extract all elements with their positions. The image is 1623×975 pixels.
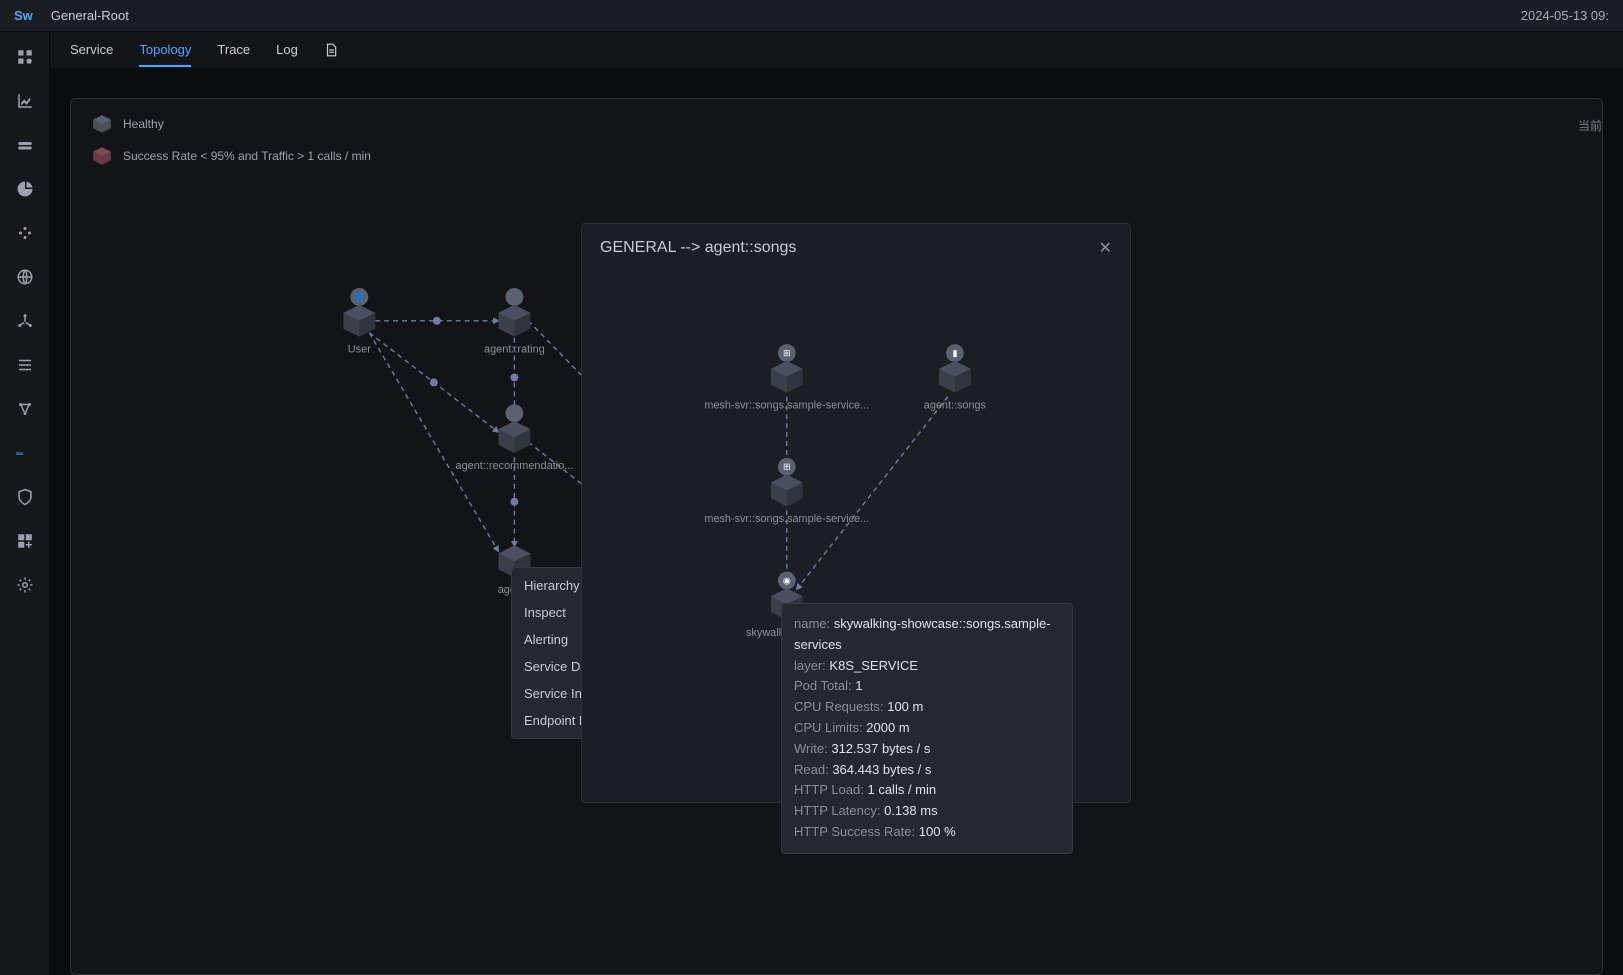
- pie-icon[interactable]: [14, 178, 36, 200]
- sw-icon[interactable]: Sw: [14, 442, 36, 464]
- apps-icon[interactable]: [14, 530, 36, 552]
- page-title: General-Root: [51, 8, 1521, 23]
- clock: 2024-05-13 09:: [1521, 8, 1609, 23]
- svg-text:👤: 👤: [354, 291, 365, 302]
- globe-icon[interactable]: [14, 266, 36, 288]
- chart-icon[interactable]: [14, 90, 36, 112]
- dashboard-icon[interactable]: [14, 46, 36, 68]
- svg-text:mesh-svr::songs.sample-service: mesh-svr::songs.sample-service...: [704, 399, 869, 411]
- shield-icon[interactable]: [14, 486, 36, 508]
- graph-icon[interactable]: [14, 398, 36, 420]
- svg-text:agent::recommendatio...: agent::recommendatio...: [456, 460, 574, 472]
- svg-text:agent::songs: agent::songs: [924, 399, 987, 411]
- disk-icon[interactable]: [14, 134, 36, 156]
- svg-text:⊞: ⊞: [783, 462, 790, 472]
- svg-text:▮: ▮: [952, 348, 957, 358]
- svg-text:⊞: ⊞: [783, 348, 790, 358]
- subnav: Service Topology Trace Log: [50, 32, 1623, 68]
- gear-icon[interactable]: [14, 574, 36, 596]
- topbar: Sw General-Root 2024-05-13 09:: [0, 0, 1623, 32]
- popup-title: GENERAL --> agent::songs: [600, 239, 796, 257]
- sidebar: Sw: [0, 32, 50, 975]
- doc-icon[interactable]: [324, 43, 338, 57]
- tab-log[interactable]: Log: [276, 34, 298, 67]
- svg-text:Sw: Sw: [16, 451, 23, 457]
- node-tooltip: name: skywalking-showcase::songs.sample-…: [781, 603, 1073, 854]
- dots-icon[interactable]: [14, 222, 36, 244]
- share-icon[interactable]: [14, 310, 36, 332]
- svg-text:◉: ◉: [783, 575, 791, 585]
- topology-canvas[interactable]: Healthy Success Rate < 95% and Traffic >…: [70, 98, 1603, 975]
- close-icon[interactable]: ✕: [1099, 238, 1112, 258]
- logo: Sw: [14, 8, 33, 23]
- tab-topology[interactable]: Topology: [139, 34, 191, 67]
- main-content: Service Topology Trace Log Healthy Succe…: [50, 32, 1623, 975]
- tab-trace[interactable]: Trace: [217, 34, 250, 67]
- svg-text:User: User: [348, 344, 371, 356]
- svg-text:agent::rating: agent::rating: [484, 344, 545, 356]
- svg-text:mesh-svr::songs.sample-service: mesh-svr::songs.sample-service...: [704, 513, 869, 525]
- tab-service[interactable]: Service: [70, 34, 113, 67]
- list-icon[interactable]: [14, 354, 36, 376]
